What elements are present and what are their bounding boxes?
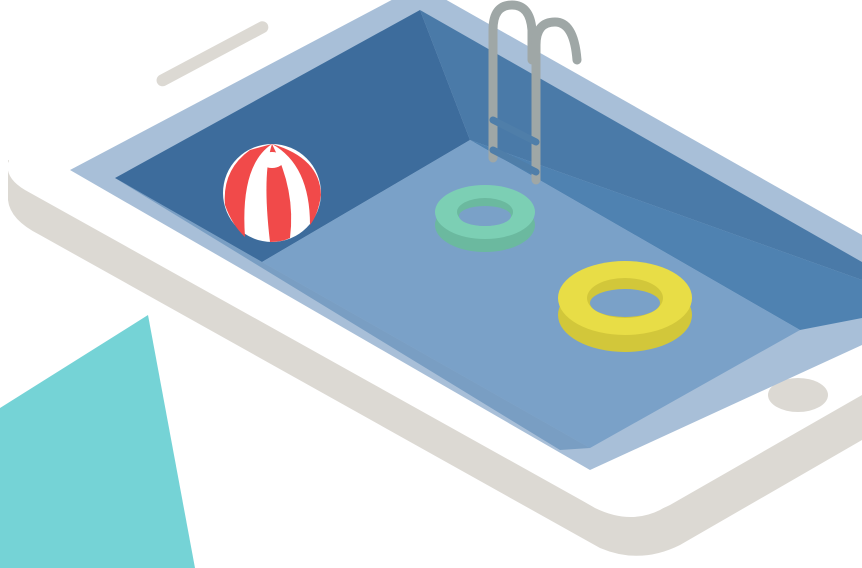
smartphone-pool-illustration: [0, 0, 862, 568]
teal-accent-shape: [0, 315, 195, 568]
illustration-scene: [0, 0, 862, 568]
swim-ring-icon: [435, 185, 535, 252]
beach-ball-icon: [223, 144, 321, 242]
swim-ring-icon: [558, 261, 692, 352]
